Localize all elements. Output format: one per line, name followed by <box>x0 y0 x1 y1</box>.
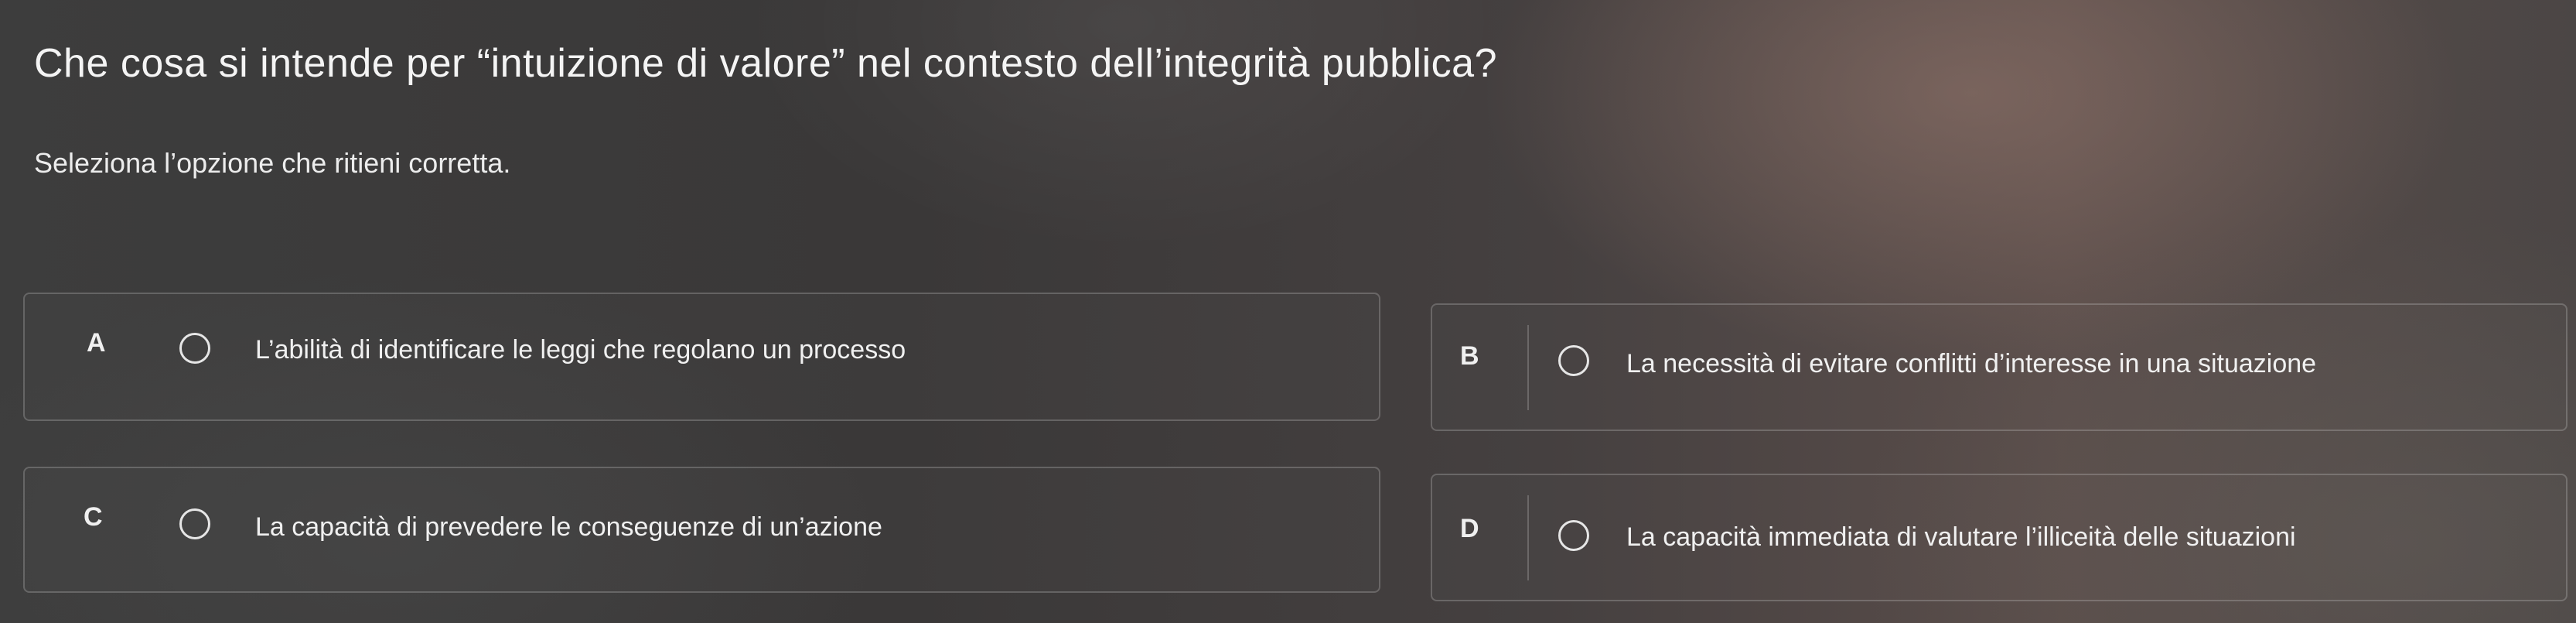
instruction-text: Seleziona l’opzione che ritieni corretta… <box>34 147 511 179</box>
option-a-letter: A <box>87 328 106 358</box>
option-d-separator <box>1527 495 1529 580</box>
option-b-text[interactable]: La necessità di evitare conflitti d’inte… <box>1626 349 2316 379</box>
option-d-letter: D <box>1460 514 1479 543</box>
question-title: Che cosa si intende per “intuizione di v… <box>34 41 1497 86</box>
option-b-radio[interactable] <box>1558 345 1589 376</box>
option-d-radio[interactable] <box>1558 520 1589 551</box>
option-c-letter: C <box>84 502 103 532</box>
option-a-text[interactable]: L’abilità di identificare le leggi che r… <box>255 335 906 365</box>
option-b-letter: B <box>1460 341 1479 371</box>
option-b-separator <box>1527 325 1529 410</box>
option-d-text[interactable]: La capacità immediata di valutare l’illi… <box>1626 522 2296 553</box>
option-a-radio[interactable] <box>179 333 210 364</box>
option-c-text[interactable]: La capacità di prevedere le conseguenze … <box>255 512 882 543</box>
option-c-radio[interactable] <box>179 508 210 539</box>
